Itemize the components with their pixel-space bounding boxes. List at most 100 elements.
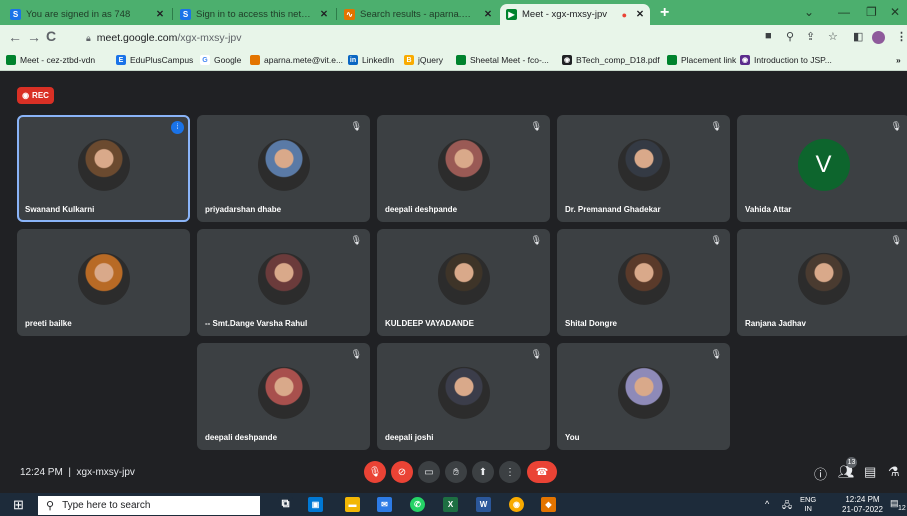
search-favicon-icon: ∿ [344,9,355,20]
close-tab-icon[interactable]: ✕ [636,9,644,20]
minimize-icon[interactable]: — [838,5,850,19]
participant-tile[interactable]: 🎙︎ Shital Dongre [557,229,730,336]
participant-tile[interactable]: 🎙︎ priyadarshan dhabe [197,115,370,222]
participant-avatar [617,366,670,419]
more-bookmarks-icon[interactable]: » [896,55,901,65]
captions-button[interactable]: ▭ [418,461,440,483]
bookmark-label: Sheetal Meet - fco-... [470,55,549,65]
address-bar[interactable]: 🔒︎ meet.google.com/xgx-mxsy-jpv [86,29,756,47]
bookmark-item[interactable]: in LinkedIn [348,55,394,65]
jquery-icon: B [404,55,414,65]
restore-icon[interactable]: ❐ [866,5,877,19]
meeting-details-icon[interactable]: ⓘ [814,464,827,483]
app-icon[interactable]: ◆ [541,497,556,512]
mic-off-button[interactable]: 🎙︎ [364,461,386,483]
participant-tile[interactable]: 🎙︎ KULDEEP VAYADANDE [377,229,550,336]
region-code: IN [804,504,812,513]
share-icon[interactable]: ⇪ [806,30,815,43]
language-indicator[interactable]: ENG IN [800,495,816,513]
participant-avatar [257,252,310,305]
leave-call-button[interactable]: ☎ [527,461,557,483]
excel-icon[interactable]: X [443,497,458,512]
bookmark-item[interactable]: Placement link [667,55,736,65]
speaking-indicator-icon: ⁞ [171,121,184,134]
participant-tile[interactable]: 🎙︎ deepali joshi [377,343,550,450]
bookmark-item[interactable]: Sheetal Meet - fco-... [456,55,549,65]
recording-badge: ◉ REC [17,87,54,104]
chrome-icon[interactable]: ◉ [509,497,524,512]
camera-off-button[interactable]: ⊘ [391,461,413,483]
reload-icon[interactable]: C [46,28,56,44]
bookmark-item[interactable]: BjQuery [404,55,443,65]
present-icon: ⬆ [478,466,488,478]
sidepanel-icon[interactable]: ◧ [853,30,863,43]
recording-dot-icon: ● [621,9,628,20]
jsp-icon: ◉ [740,55,750,65]
more-options-button[interactable]: ⋮ [499,461,521,483]
participant-avatar [617,138,670,191]
close-tab-icon[interactable]: ✕ [156,9,164,20]
tab-search-chevron-icon[interactable]: ⌄ [804,5,814,19]
participant-avatar [437,252,490,305]
close-tab-icon[interactable]: ✕ [320,9,328,20]
lock-icon: 🔒︎ [86,32,91,43]
task-view-icon[interactable]: ⧉ [278,497,293,512]
participant-tile[interactable]: 🎙︎ Dr. Premanand Ghadekar [557,115,730,222]
participant-tile[interactable]: 🎙︎ deepali deshpande [377,115,550,222]
whatsapp-icon[interactable]: ✆ [410,497,425,512]
bookmark-item[interactable]: aparna.mete@vit.e... [250,55,343,65]
bookmark-label: jQuery [418,55,444,65]
bookmark-item[interactable]: ◉ BTech_comp_D18.pdf [562,55,660,65]
tab-signed-in[interactable]: S You are signed in as 748 ✕ [4,4,170,25]
bookmark-item[interactable]: E EduPlusCampus [116,55,193,65]
present-button[interactable]: ⬆ [472,461,494,483]
participant-tile[interactable]: V 🎙︎ Vahida Attar [737,115,907,222]
windows-start-icon[interactable]: ⊞ [13,497,24,513]
participant-tile[interactable]: 🎙︎ You [557,343,730,450]
activities-icon[interactable]: ⚗ [888,464,900,480]
network-icon[interactable]: 🖧︎ [782,498,792,514]
camera-off-icon: ⊘ [397,466,407,478]
star-icon[interactable]: ☆ [828,30,838,43]
hang-up-icon: ☎ [535,466,549,478]
participant-name: preeti bailke [25,319,72,328]
mic-muted-icon: 🎙︎ [530,235,542,245]
mail-icon[interactable]: ✉ [377,497,392,512]
zoom-icon[interactable]: ⚲ [786,30,794,43]
menu-dots-icon[interactable]: ⋮ [896,30,907,43]
tab-sign-in-network[interactable]: S Sign in to access this network ✕ [174,4,334,25]
file-explorer-icon[interactable]: ▬ [345,497,360,512]
hand-icon: ✋︎ [453,466,459,478]
participant-tile[interactable]: ⁞ Swanand Kulkarni [17,115,190,222]
tray-chevron-icon[interactable]: ^ [765,499,769,509]
close-window-icon[interactable]: ✕ [890,5,900,19]
participant-tile[interactable]: 🎙︎ Ranjana Jadhav [737,229,907,336]
bookmark-item[interactable]: Meet - cez-ztbd-vdn [6,55,95,65]
tab-search-results[interactable]: ∿ Search results - aparna.mete@vit... ✕ [338,4,498,25]
meeting-info: 12:24 PM | xgx-mxsy-jpv [20,467,135,478]
mic-muted-icon: 🎙︎ [710,235,722,245]
system-clock[interactable]: 12:24 PM 21-07-2022 [842,495,883,515]
participant-tile[interactable]: 🎙︎ deepali deshpande [197,343,370,450]
info-separator: | [68,467,71,478]
chat-icon[interactable]: ▤ [864,464,876,480]
back-icon[interactable]: ← [8,29,22,45]
participant-tile[interactable]: 🎙︎ -- Smt.Dange Varsha Rahul [197,229,370,336]
store-icon[interactable]: ▣ [308,497,323,512]
mic-muted-icon: 🎙︎ [710,349,722,359]
close-tab-icon[interactable]: ✕ [484,9,492,20]
url-path: /xgx-mxsy-jpv [177,32,242,44]
participant-name: Shital Dongre [565,319,618,328]
new-tab-icon[interactable]: + [660,4,669,22]
camera-indicator-icon[interactable]: ■ [765,30,772,42]
participant-tile[interactable]: preeti bailke [17,229,190,336]
tab-meet-active[interactable]: ▶ Meet - xgx-mxsy-jpv ● ✕ [500,4,650,25]
forward-icon[interactable]: → [27,29,41,45]
raise-hand-button[interactable]: ✋︎ [445,461,467,483]
participant-name: -- Smt.Dange Varsha Rahul [205,319,308,328]
taskbar-search[interactable]: ⚲ Type here to search [38,496,260,515]
bookmark-item[interactable]: G Google [200,55,241,65]
profile-avatar[interactable] [872,31,885,44]
bookmark-item[interactable]: ◉ Introduction to JSP... [740,55,832,65]
word-icon[interactable]: W [476,497,491,512]
